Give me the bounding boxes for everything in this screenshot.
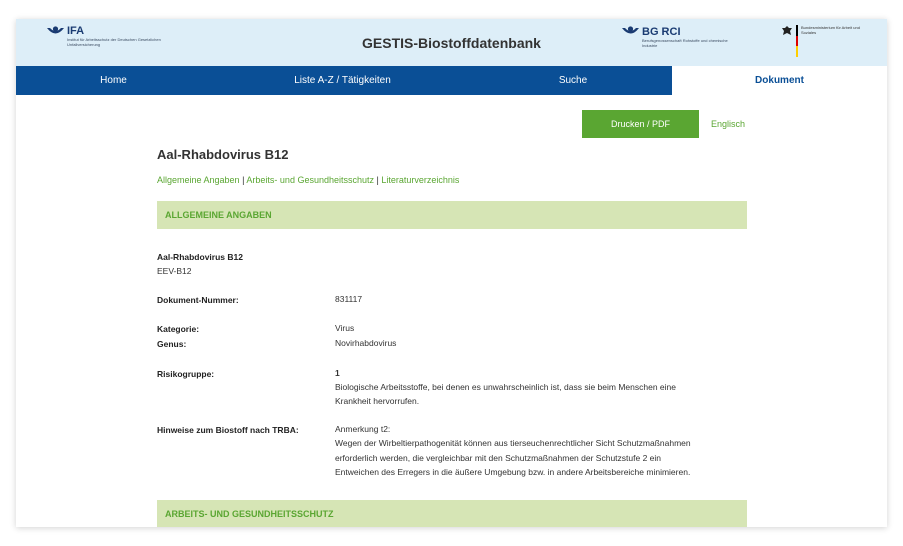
bgrci-subtitle: Berufsgenossenschaft Rohstoffe und chemi…	[642, 38, 728, 48]
substance-synonym: EEV-B12	[157, 266, 192, 276]
page-title: Aal-Rhabdovirus B12	[157, 147, 289, 162]
hinweise-line1: Wegen der Wirbeltierpathogenität können …	[335, 438, 691, 448]
section-header-arbeitsschutz: ARBEITS- UND GESUNDHEITSSCHUTZ	[157, 500, 747, 527]
section-title: ALLGEMEINE ANGABEN	[165, 210, 272, 220]
nav-dokument[interactable]: Dokument	[672, 66, 887, 95]
risiko-description-line1: Biologische Arbeitsstoffe, bei denen es …	[335, 382, 676, 392]
genus-label: Genus:	[157, 339, 187, 349]
nav-liste[interactable]: Liste A-Z / Tätigkeiten	[211, 66, 474, 95]
section-header-allgemeine: ALLGEMEINE ANGABEN	[157, 201, 747, 229]
hinweise-label: Hinweise zum Biostoff nach TRBA:	[157, 425, 299, 435]
hinweise-line3: Entweichen des Erregers in die äußere Um…	[335, 467, 691, 477]
browser-page: IFA Institut für Arbeitsschutz der Deuts…	[16, 19, 887, 527]
federal-eagle-icon	[782, 26, 792, 35]
anchor-literatur[interactable]: Literaturverzeichnis	[381, 175, 459, 185]
nav-home[interactable]: Home	[16, 66, 211, 95]
kategorie-value: Virus	[335, 323, 355, 333]
hinweise-note: Anmerkung t2:	[335, 424, 391, 434]
kategorie-label: Kategorie:	[157, 324, 200, 334]
docnum-label: Dokument-Nummer:	[157, 295, 239, 305]
bmas-logo[interactable]: Bundesministerium für Arbeit und Soziale…	[781, 25, 861, 58]
nav-suche[interactable]: Suche	[474, 66, 672, 95]
risiko-label: Risikogruppe:	[157, 369, 215, 379]
bgrci-name: BG RCI	[642, 26, 681, 38]
bgrci-logo-icon	[622, 26, 639, 34]
bgrci-logo[interactable]: BG RCI Berufsgenossenschaft Rohstoffe un…	[622, 26, 732, 48]
site-title: GESTIS-Biostoffdatenbank	[362, 35, 541, 51]
section-anchor-links: Allgemeine Angaben | Arbeits- und Gesund…	[157, 175, 459, 185]
hinweise-line2: erforderlich werden, die vergleichbar mi…	[335, 453, 662, 463]
site-header: IFA Institut für Arbeitsschutz der Deuts…	[16, 19, 887, 66]
anchor-arbeitsschutz[interactable]: Arbeits- und Gesundheitsschutz	[246, 175, 374, 185]
docnum-value: 831117	[335, 294, 363, 304]
bmas-name: Bundesministerium für Arbeit und Soziale…	[801, 25, 860, 35]
substance-name: Aal-Rhabdovirus B12	[157, 252, 243, 262]
genus-value: Novirhabdovirus	[335, 338, 397, 348]
print-pdf-button[interactable]: Drucken / PDF	[582, 110, 699, 138]
risiko-description-line2: Krankheit hervorrufen.	[335, 396, 420, 406]
main-nav: Home Liste A-Z / Tätigkeiten Suche Dokum…	[16, 66, 887, 95]
german-flag-stripe	[796, 25, 798, 58]
risiko-value: 1	[335, 368, 340, 378]
language-link[interactable]: Englisch	[711, 110, 745, 138]
section-title: ARBEITS- UND GESUNDHEITSSCHUTZ	[165, 509, 334, 519]
anchor-allgemeine-angaben[interactable]: Allgemeine Angaben	[157, 175, 240, 185]
